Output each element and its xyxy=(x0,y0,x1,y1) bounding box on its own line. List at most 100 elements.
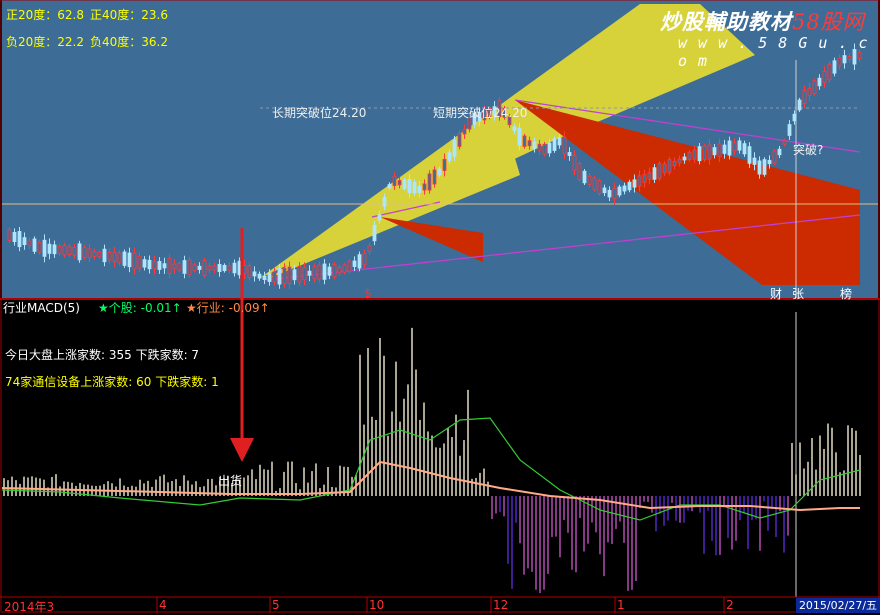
candle-body xyxy=(722,144,727,154)
candle-body xyxy=(17,231,22,248)
event-marker-bang[interactable]: 榜 xyxy=(840,285,852,302)
candle-body xyxy=(192,264,197,271)
candle-body xyxy=(292,269,297,281)
candle-body xyxy=(62,245,67,256)
indicator-name[interactable]: 行业MACD(5) xyxy=(3,301,80,315)
exit-label: 出货 xyxy=(218,474,243,488)
candle-body xyxy=(227,265,232,271)
date-label-3: 10 xyxy=(369,598,385,612)
candle-body xyxy=(287,266,292,284)
candle-body xyxy=(307,270,312,276)
candle-body xyxy=(202,260,207,276)
candle-body xyxy=(127,252,132,268)
candle-body xyxy=(552,138,557,151)
industry-value-label: ★行业: -0.09↑ xyxy=(186,301,270,315)
candle-body xyxy=(172,263,177,270)
candle-body xyxy=(52,244,57,255)
candle-body xyxy=(727,140,732,156)
candle-body xyxy=(22,237,27,245)
candle-body xyxy=(142,259,147,268)
candle-body xyxy=(627,181,632,191)
candle-body xyxy=(667,159,672,173)
date-label-current[interactable]: 2015/02/27/五 xyxy=(796,598,880,613)
candle-body xyxy=(362,252,367,266)
candle-body xyxy=(352,260,357,267)
candle-body xyxy=(622,185,627,192)
candle-body xyxy=(527,140,532,147)
candle-body xyxy=(87,248,92,258)
candle-body xyxy=(217,264,222,272)
breakout-question-label: 突破? xyxy=(793,143,824,157)
candle-body xyxy=(57,245,62,254)
candle-body xyxy=(27,240,32,246)
candle-body xyxy=(427,173,432,191)
candle-body xyxy=(567,152,572,156)
candle-body xyxy=(577,163,582,180)
event-marker-zhang[interactable]: 张 xyxy=(792,285,804,302)
candle-body xyxy=(122,251,127,266)
candle-body xyxy=(102,248,107,263)
candle-body xyxy=(132,252,137,270)
stock-value-label: ★个股: -0.01↑ xyxy=(98,301,182,315)
candle-body xyxy=(512,126,517,132)
candle-body xyxy=(177,262,182,271)
candle-body xyxy=(437,168,442,176)
stat-pos20: 正20度：62.8 xyxy=(6,8,84,22)
stat-neg40: 负40度：36.2 xyxy=(90,35,168,49)
candle-body xyxy=(682,156,687,161)
date-label-5: 1 xyxy=(617,598,625,612)
candle-body xyxy=(712,147,717,156)
long-breakout-label: 长期突破位24.20 xyxy=(272,106,367,120)
candle-body xyxy=(167,258,172,275)
candle-body xyxy=(407,179,412,193)
candle-body xyxy=(392,175,397,187)
candle-body xyxy=(257,273,262,279)
candle-body xyxy=(822,71,827,83)
date-label-1: 4 xyxy=(159,598,167,612)
candle-body xyxy=(647,172,652,180)
candle-body xyxy=(572,154,577,171)
candle-body xyxy=(372,224,377,242)
candle-body xyxy=(182,260,187,274)
candle-body xyxy=(272,271,277,283)
candle-body xyxy=(77,243,82,261)
candle-body xyxy=(317,264,322,280)
candle-body xyxy=(282,267,287,285)
candle-body xyxy=(747,146,752,164)
candle-body xyxy=(602,187,607,194)
candle-body xyxy=(447,152,452,162)
candle-body xyxy=(347,260,352,272)
stat-neg20: 负20度：22.2 xyxy=(6,35,84,49)
candle-body xyxy=(377,214,382,221)
candle-body xyxy=(772,150,777,164)
candle-body xyxy=(357,254,362,269)
candle-body xyxy=(82,247,87,258)
candle-body xyxy=(697,146,702,162)
candle-body xyxy=(112,251,117,262)
candle-body xyxy=(817,77,822,87)
candle-body xyxy=(262,275,267,281)
candle-body xyxy=(402,179,407,189)
event-marker-cai[interactable]: 财 xyxy=(770,285,782,302)
candle-body xyxy=(212,265,217,271)
candle-body xyxy=(642,174,647,183)
candle-body xyxy=(607,189,612,198)
date-label-0: 2014年3 xyxy=(4,600,55,614)
candle-body xyxy=(7,229,12,241)
red-marker[interactable]: $ xyxy=(364,286,372,300)
candle-body xyxy=(522,135,527,147)
candle-body xyxy=(417,185,422,193)
candle-body xyxy=(187,259,192,276)
candle-body xyxy=(672,160,677,167)
candle-body xyxy=(677,158,682,164)
candle-body xyxy=(32,238,37,252)
candle-body xyxy=(742,143,747,155)
candle-body xyxy=(547,142,552,154)
candle-body xyxy=(72,246,77,256)
candle-body xyxy=(562,136,567,154)
candle-body xyxy=(442,158,447,172)
candle-body xyxy=(612,187,617,200)
candle-body xyxy=(517,128,522,146)
candle-body xyxy=(207,265,212,271)
candle-body xyxy=(637,175,642,187)
